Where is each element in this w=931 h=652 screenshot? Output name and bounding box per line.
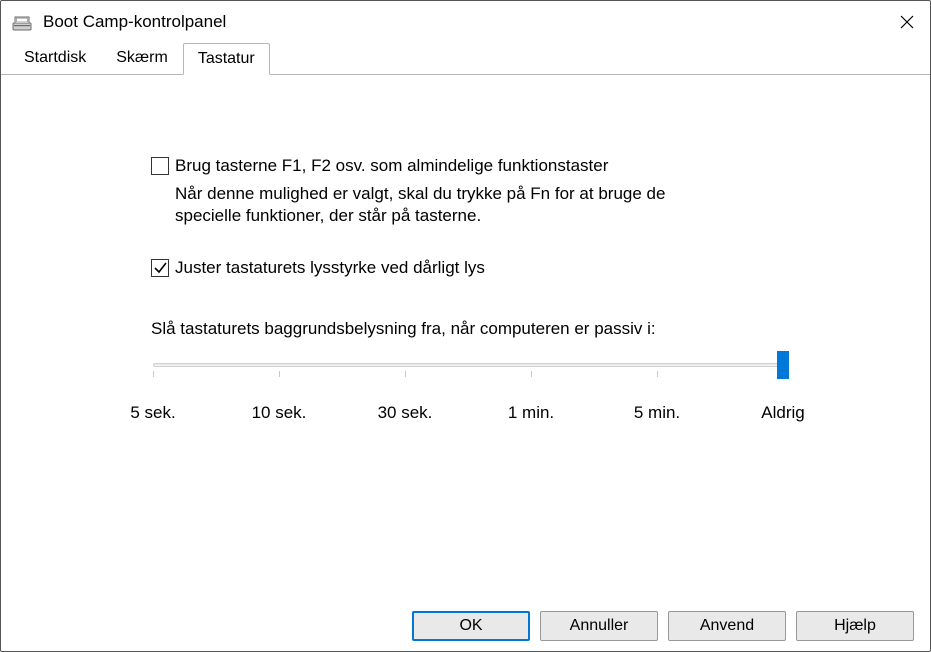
titlebar: Boot Camp-kontrolpanel [1, 1, 930, 43]
tab-skaerm[interactable]: Skærm [101, 42, 183, 74]
slider-stop-label: 1 min. [508, 403, 554, 423]
slider-tick [531, 371, 532, 377]
close-button[interactable] [884, 1, 930, 43]
cancel-button[interactable]: Annuller [540, 611, 658, 641]
slider-tick [279, 371, 280, 377]
help-button[interactable]: Hjælp [796, 611, 914, 641]
tabs-strip: Startdisk Skærm Tastatur [1, 43, 930, 75]
slider-stop-label: Aldrig [761, 403, 804, 423]
window-title: Boot Camp-kontrolpanel [43, 12, 226, 32]
backlight-slider[interactable] [153, 355, 783, 381]
desc-fn-keys: Når denne mulighed er valgt, skal du try… [175, 183, 675, 227]
option-auto-brightness: Juster tastaturets lysstyrke ved dårligt… [151, 257, 810, 279]
ok-button[interactable]: OK [412, 611, 530, 641]
close-icon [900, 15, 914, 29]
checkbox-auto-brightness[interactable] [151, 259, 169, 277]
slider-stop-label: 5 sek. [130, 403, 175, 423]
tab-tastatur[interactable]: Tastatur [183, 43, 270, 75]
slider-tick [657, 371, 658, 377]
backlight-timeout-label: Slå tastaturets baggrundsbelysning fra, … [151, 319, 810, 339]
slider-stop-label: 10 sek. [252, 403, 307, 423]
dialog-buttons: OK Annuller Anvend Hjælp [1, 601, 930, 651]
tab-content-tastatur: Brug tasterne F1, F2 osv. som almindelig… [1, 75, 930, 601]
check-icon [153, 261, 167, 275]
backlight-timeout-section: Slå tastaturets baggrundsbelysning fra, … [151, 319, 810, 427]
tab-startdisk[interactable]: Startdisk [9, 42, 101, 74]
slider-value-labels: 5 sek. 10 sek. 30 sek. 1 min. 5 min. Ald… [153, 403, 783, 427]
slider-tick [153, 371, 154, 377]
label-auto-brightness: Juster tastaturets lysstyrke ved dårligt… [175, 257, 485, 279]
option-fn-keys: Brug tasterne F1, F2 osv. som almindelig… [151, 155, 810, 177]
slider-thumb[interactable] [777, 351, 789, 379]
app-icon [11, 11, 33, 33]
label-fn-keys: Brug tasterne F1, F2 osv. som almindelig… [175, 155, 608, 177]
slider-stop-label: 5 min. [634, 403, 680, 423]
slider-track [153, 363, 783, 367]
slider-tick [405, 371, 406, 377]
checkbox-fn-keys[interactable] [151, 157, 169, 175]
apply-button[interactable]: Anvend [668, 611, 786, 641]
bootcamp-window: Boot Camp-kontrolpanel Startdisk Skærm T… [0, 0, 931, 652]
slider-stop-label: 30 sek. [378, 403, 433, 423]
